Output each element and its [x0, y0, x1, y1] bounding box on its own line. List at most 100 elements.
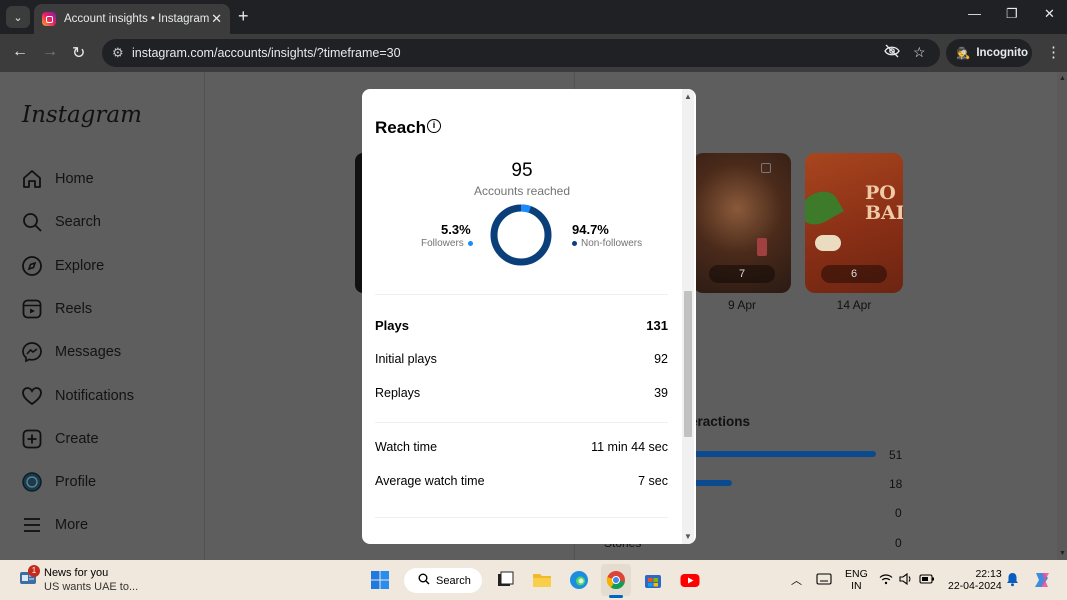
restore-button[interactable]: ❐ — [1006, 6, 1018, 22]
modal-scrollbar[interactable]: ▲ ▼ — [682, 89, 694, 544]
search-icon — [20, 210, 44, 234]
close-window-button[interactable]: ✕ — [1044, 6, 1055, 22]
sidebar-item-search[interactable]: Search — [20, 210, 101, 234]
reload-button[interactable]: ↻ — [72, 43, 85, 63]
watch-time-value: 11 min 44 sec — [591, 440, 668, 454]
scroll-down-icon[interactable]: ▼ — [1059, 550, 1066, 557]
news-badge: 1 — [28, 565, 40, 577]
incognito-badge[interactable]: 🕵 Incognito — [946, 39, 1032, 67]
eye-off-icon[interactable] — [884, 44, 900, 61]
sidebar-item-label: Create — [55, 431, 99, 447]
initial-plays-value: 92 — [654, 352, 668, 366]
youtube-icon[interactable] — [679, 569, 701, 591]
plays-row: Plays 131 — [375, 318, 668, 333]
sidebar-item-label: More — [55, 517, 89, 533]
chrome-icon[interactable] — [605, 569, 627, 591]
language-indicator[interactable]: ENG IN — [845, 568, 868, 592]
incognito-label: Incognito — [976, 47, 1029, 59]
tab-title: Account insights • Instagram — [64, 13, 210, 25]
sidebar-item-notifications[interactable]: Notifications — [20, 384, 134, 408]
file-explorer-icon[interactable] — [531, 569, 553, 591]
hamburger-icon — [20, 513, 44, 537]
sidebar-item-reels[interactable]: Reels — [20, 297, 92, 321]
section-divider — [375, 422, 668, 423]
nonfollowers-legend: Non-followers — [572, 238, 642, 249]
sidebar-item-profile[interactable]: Profile — [20, 470, 96, 494]
edge-browser-icon[interactable] — [568, 569, 590, 591]
browser-menu-icon[interactable]: ⋮ — [1046, 43, 1061, 61]
home-icon — [20, 167, 44, 191]
compass-icon — [20, 254, 44, 278]
copilot-icon[interactable] — [1032, 570, 1052, 590]
instagram-logo[interactable]: Instagram — [22, 102, 142, 128]
nonfollowers-label: Non-followers — [581, 238, 643, 249]
sidebar: Instagram Home Search Explore Reels Mess… — [0, 72, 205, 560]
sidebar-item-home[interactable]: Home — [20, 167, 94, 191]
sidebar-item-explore[interactable]: Explore — [20, 254, 104, 278]
forward-button[interactable]: → — [42, 43, 58, 61]
back-button[interactable]: ← — [12, 43, 28, 61]
page-scrollbar[interactable]: ▲ ▼ — [1057, 72, 1067, 560]
system-clock[interactable]: 22:13 22-04-2024 — [948, 568, 1002, 592]
sidebar-item-label: Explore — [55, 258, 105, 274]
address-bar[interactable]: ⚙ instagram.com/accounts/insights/?timef… — [102, 39, 940, 67]
sidebar-item-label: Reels — [55, 301, 93, 317]
interactions-heading: eractions — [690, 414, 751, 429]
news-headline[interactable]: US wants UAE to... — [44, 581, 138, 593]
thumbnail-count: 7 — [709, 265, 775, 283]
wifi-icon[interactable] — [879, 573, 893, 585]
sidebar-item-messages[interactable]: Messages — [20, 340, 121, 364]
section-divider — [375, 517, 668, 518]
active-tab[interactable]: Account insights • Instagram ✕ — [34, 4, 230, 34]
followers-legend: Followers — [421, 238, 473, 249]
volume-icon[interactable] — [899, 573, 913, 585]
scrollbar-thumb[interactable] — [684, 291, 692, 437]
tab-close-icon[interactable]: ✕ — [211, 11, 222, 27]
keyboard-icon[interactable] — [816, 573, 832, 585]
plays-label: Plays — [375, 318, 409, 333]
sidebar-item-label: Notifications — [55, 388, 134, 404]
windows-taskbar: 1 News for you US wants UAE to... Search… — [0, 560, 1067, 600]
notification-bell-icon[interactable] — [1006, 572, 1019, 587]
scroll-down-icon[interactable]: ▼ — [684, 532, 692, 541]
site-info-icon[interactable]: ⚙ — [112, 45, 124, 61]
scroll-up-icon[interactable]: ▲ — [1059, 75, 1066, 82]
bookmark-star-icon[interactable]: ☆ — [913, 44, 926, 61]
taskbar-search[interactable]: Search — [404, 568, 482, 593]
modal-title: Reach — [375, 118, 427, 137]
tab-search-button[interactable]: ⌄ — [6, 6, 30, 28]
bar-value: 0 — [895, 536, 902, 550]
tray-overflow-icon[interactable]: ︿ — [791, 572, 802, 588]
nonfollowers-percent: 94.7% — [572, 222, 609, 237]
interaction-bar — [693, 451, 876, 457]
reel-thumbnail[interactable]: POBAIS 6 — [805, 153, 903, 293]
clock-time: 22:13 — [975, 568, 1002, 580]
watch-time-label: Watch time — [375, 440, 438, 454]
interaction-bar — [693, 480, 732, 486]
browser-toolbar: ← → ↻ ⚙ instagram.com/accounts/insights/… — [0, 34, 1067, 72]
task-view-icon[interactable] — [494, 569, 516, 591]
reach-donut-chart — [490, 204, 552, 266]
new-tab-button[interactable]: + — [238, 6, 249, 27]
sidebar-item-create[interactable]: Create — [20, 427, 99, 451]
sidebar-item-more[interactable]: More — [20, 513, 88, 537]
thumbnail-date: 9 Apr — [727, 298, 757, 312]
sidebar-item-label: Profile — [55, 474, 97, 490]
minimize-button[interactable]: — — [968, 6, 981, 21]
info-icon[interactable]: i — [427, 119, 441, 133]
sidebar-item-label: Messages — [55, 344, 122, 360]
section-divider — [375, 294, 668, 295]
search-icon — [418, 573, 430, 588]
reel-thumbnail[interactable]: 7 — [693, 153, 791, 293]
leaf-shape — [805, 185, 844, 231]
windows-start-icon[interactable] — [369, 569, 391, 591]
replays-row: Replays 39 — [375, 386, 668, 400]
candle-shape — [757, 238, 767, 256]
microsoft-store-icon[interactable] — [642, 569, 664, 591]
news-title[interactable]: News for you — [44, 567, 108, 579]
initial-plays-label: Initial plays — [375, 352, 437, 366]
battery-icon[interactable] — [919, 574, 935, 584]
scroll-up-icon[interactable]: ▲ — [684, 92, 692, 101]
followers-percent: 5.3% — [441, 222, 471, 237]
accounts-reached-label: Accounts reached — [473, 184, 571, 198]
